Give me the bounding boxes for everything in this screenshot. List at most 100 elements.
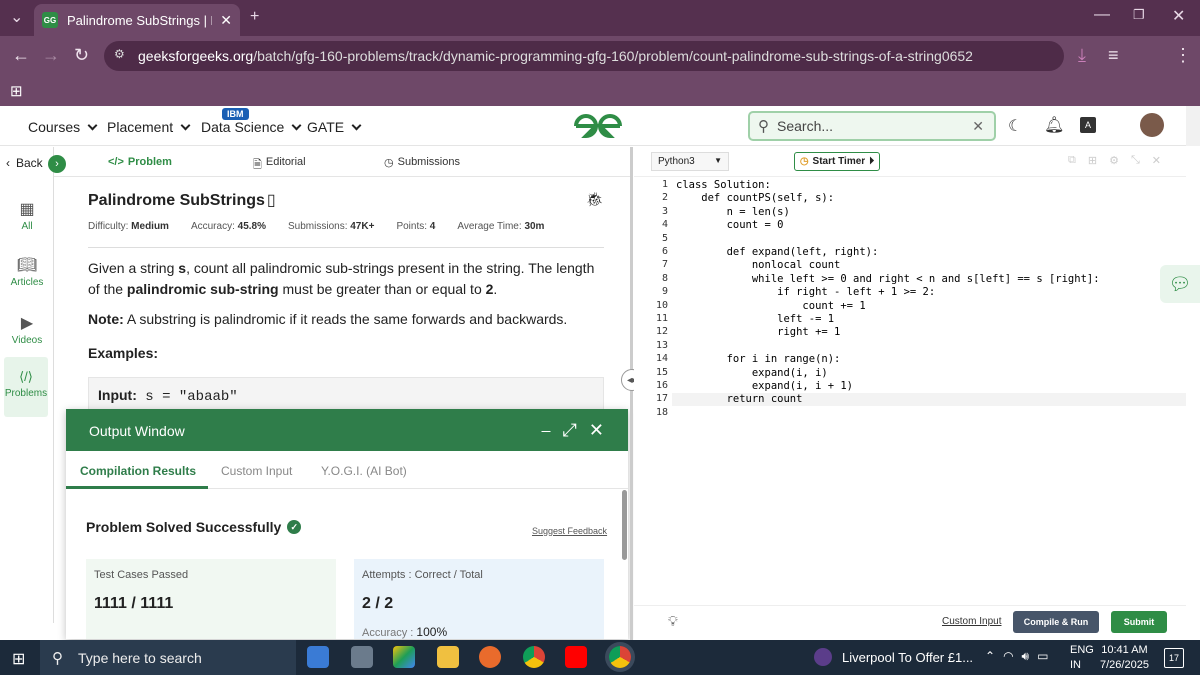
clock-time: 10:41 AM: [1101, 644, 1148, 656]
language-indicator[interactable]: ENG IN: [1070, 643, 1094, 673]
line-number: 9: [661, 286, 668, 298]
calculator-app-icon[interactable]: [351, 646, 373, 668]
desc-part-3: must be greater than or equal to: [278, 281, 486, 297]
expand-icon[interactable]: ⤢: [563, 420, 577, 441]
close-icon[interactable]: ✕: [589, 420, 604, 441]
tab-list-chevron-icon[interactable]: ⌄: [10, 7, 23, 27]
url-path: /batch/gfg-160-problems/track/dynamic-pr…: [253, 48, 973, 64]
forward-arrow-icon[interactable]: →: [42, 45, 60, 66]
browser-tab[interactable]: GG Palindrome SubStrings | Practic ✕: [34, 4, 240, 36]
code-line: class Solution:: [676, 179, 771, 191]
windows-start-icon[interactable]: ⊞: [12, 649, 25, 669]
language-select[interactable]: Python3 ▼: [651, 152, 729, 171]
tab-submissions[interactable]: ◷ Submissions: [384, 156, 460, 169]
copy-icon[interactable]: ⧉: [1068, 154, 1076, 167]
youtube-app-icon[interactable]: [565, 646, 587, 668]
chevron-up-icon[interactable]: ⌃: [985, 649, 995, 664]
chrome-app-icon[interactable]: [523, 646, 545, 668]
minimize-icon[interactable]: ⎯: [542, 420, 551, 441]
apps-grid-icon[interactable]: ⊞: [10, 82, 23, 100]
attempts-value: 2 / 2: [362, 595, 394, 612]
rail-item-videos[interactable]: ▶ Videos: [0, 313, 54, 346]
site-search[interactable]: ⚲ Search... ✕: [748, 111, 996, 141]
code-line: count = 0: [676, 219, 784, 232]
rail-item-problems[interactable]: ⟨/⟩ Problems: [4, 357, 48, 417]
back-button[interactable]: ‹ Back: [6, 156, 43, 170]
folder-app-icon[interactable]: [437, 646, 459, 668]
chrome-active-app-icon[interactable]: [609, 646, 631, 668]
accuracy-line: Accuracy : 100%: [362, 625, 596, 639]
bookmark-icon[interactable]: ▯: [267, 192, 276, 209]
store-app-icon[interactable]: [307, 646, 329, 668]
url-field[interactable]: ⚙ geeksforgeeks.org/batch/gfg-160-proble…: [104, 41, 1064, 71]
lightbulb-icon[interactable]: 💡︎: [668, 613, 678, 630]
line-number: 10: [655, 299, 668, 311]
output-scrollbar[interactable]: [622, 490, 627, 560]
reset-icon[interactable]: ⊞: [1088, 154, 1097, 167]
fullscreen-icon[interactable]: ⤡: [1131, 154, 1140, 167]
gfg-logo[interactable]: [572, 112, 624, 147]
desc-bold: palindromic sub-string: [126, 281, 279, 297]
nav-courses[interactable]: Courses: [28, 119, 98, 135]
tab-yogi-bot[interactable]: Y.O.G.I. (AI Bot): [321, 464, 407, 478]
panel-divider[interactable]: [630, 147, 633, 640]
dark-mode-icon[interactable]: ☾: [1008, 116, 1022, 136]
tab-custom-input[interactable]: Custom Input: [221, 464, 292, 478]
line-number: 5: [661, 232, 668, 244]
rail-item-articles[interactable]: 📖︎ Articles: [0, 255, 54, 288]
nav-data-science[interactable]: Data Science: [201, 119, 302, 135]
volume-icon[interactable]: 🔊︎: [1022, 649, 1030, 664]
minimize-icon[interactable]: —: [1094, 6, 1110, 24]
test-cases-card: Test Cases Passed 1111 / 1111: [86, 559, 336, 639]
menu-dots-icon[interactable]: ⋮: [1174, 45, 1192, 66]
site-info-icon[interactable]: ⚙: [114, 47, 125, 61]
line-number: 11: [655, 313, 668, 324]
clear-search-icon[interactable]: ✕: [972, 118, 984, 135]
code-line: while left >= 0 and right < n and s[left…: [676, 272, 1100, 285]
report-bug-icon[interactable]: 🐞︎: [586, 191, 604, 208]
notification-bell-icon[interactable]: 🔔︎: [1044, 115, 1064, 135]
user-avatar[interactable]: [1140, 113, 1164, 137]
rail-item-all[interactable]: ▦ All: [0, 199, 54, 232]
code-line: expand(i, i): [676, 366, 828, 379]
start-timer-button[interactable]: ◷ Start Timer ⏵: [794, 152, 880, 171]
taskbar-search[interactable]: ⚲ Type here to search: [40, 640, 296, 675]
nav-placement[interactable]: Placement: [107, 119, 191, 135]
battery-icon[interactable]: ▭: [1037, 649, 1048, 664]
new-tab-button[interactable]: +: [250, 8, 259, 26]
chat-icon[interactable]: 💬︎: [1160, 265, 1200, 303]
page-scrollbar[interactable]: [1186, 106, 1200, 146]
tab-editorial[interactable]: 🗎 Editorial: [253, 156, 306, 175]
translate-icon[interactable]: A: [1080, 117, 1096, 133]
news-ticker[interactable]: Liverpool To Offer £1...: [842, 650, 973, 665]
search-input[interactable]: Search...: [777, 118, 833, 134]
compile-run-button[interactable]: Compile & Run: [1013, 611, 1099, 633]
close-window-icon[interactable]: ✕: [1172, 6, 1185, 26]
back-arrow-icon[interactable]: ←: [12, 45, 30, 66]
taskbar-clock[interactable]: 10:41 AM 7/26/2025: [1100, 643, 1149, 673]
line-number: 3: [661, 205, 668, 217]
expand-editor-icon[interactable]: ✕: [1152, 154, 1161, 167]
wifi-icon[interactable]: ◠: [1003, 649, 1013, 664]
nav-gate[interactable]: GATE: [307, 119, 362, 135]
settings-icon[interactable]: ⚙: [1109, 154, 1119, 167]
code-editor[interactable]: class Solution: def countPS(self, s): n …: [672, 177, 1186, 605]
submit-button[interactable]: Submit: [1111, 611, 1167, 633]
custom-input-link[interactable]: Custom Input: [942, 616, 1001, 627]
reload-icon[interactable]: ↻: [74, 45, 89, 66]
system-tray: ⌃ ◠ 🔊︎ ▭: [985, 649, 1048, 664]
desc-var-s: s: [178, 260, 187, 276]
suggest-feedback-link[interactable]: Suggest Feedback: [532, 526, 607, 536]
media-control-icon[interactable]: ≡: [1108, 45, 1119, 66]
download-icon[interactable]: ⤓: [1078, 45, 1086, 66]
app-icon[interactable]: [479, 646, 501, 668]
tab-problem[interactable]: </> Problem: [108, 156, 172, 168]
line-number-gutter: 1 2 3 4 5 6 7 8 9 10 11 12 13 14 15 16 17 18: [634, 177, 672, 605]
close-tab-icon[interactable]: ✕: [220, 12, 232, 29]
tab-compilation-results[interactable]: Compilation Results: [80, 464, 196, 478]
accuracy-line-label: Accuracy :: [362, 627, 414, 639]
restore-icon[interactable]: ❐: [1133, 7, 1145, 23]
notification-center[interactable]: 17: [1164, 648, 1184, 668]
drive-app-icon[interactable]: [393, 646, 415, 668]
nav-courses-label: Courses: [28, 119, 81, 135]
